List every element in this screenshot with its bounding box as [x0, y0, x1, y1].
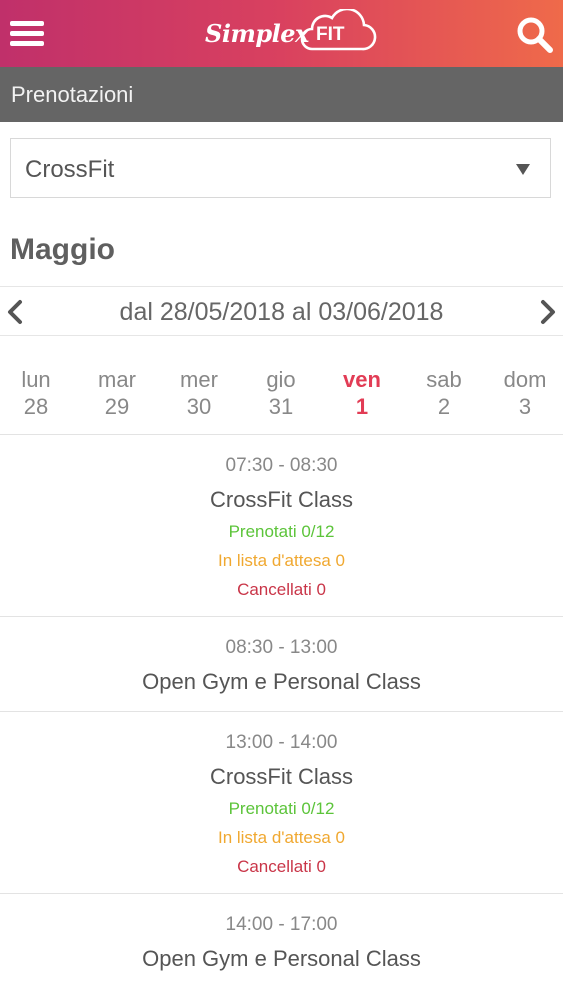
day-name: mer — [180, 367, 218, 392]
session-item[interactable]: 08:30 - 13:00 Open Gym e Personal Class — [0, 616, 563, 711]
menu-line — [10, 31, 44, 36]
booked-count: Prenotati 0/12 — [228, 522, 335, 541]
session-time: 14:00 - 17:00 — [225, 914, 338, 935]
caret-down-icon — [516, 164, 530, 175]
day-number: 1 — [355, 394, 369, 419]
day-selector: lun 28 mar 29 mer 30 gio 31 ven 1 sab 2 … — [0, 366, 563, 422]
week-navigator: dal 28/05/2018 al 03/06/2018 — [0, 286, 563, 336]
app-logo: Simplex FIT — [202, 9, 378, 57]
day-name: dom — [503, 367, 547, 392]
session-name: CrossFit Class — [209, 764, 353, 789]
day-saturday[interactable]: sab 2 — [404, 366, 484, 420]
day-tuesday[interactable]: mar 29 — [77, 366, 157, 420]
day-thursday[interactable]: gio 31 — [241, 366, 321, 420]
logo-badge: FIT — [316, 24, 345, 45]
section-bar: Prenotazioni — [0, 67, 563, 122]
cancelled-count: Cancellati 0 — [237, 580, 326, 599]
day-wednesday[interactable]: mer 30 — [159, 366, 239, 420]
day-friday[interactable]: ven 1 — [322, 366, 402, 420]
session-list: 07:30 - 08:30 CrossFit Class Prenotati 0… — [0, 434, 563, 988]
day-name: gio — [266, 367, 296, 392]
activity-select[interactable]: CrossFit — [10, 138, 551, 198]
logo-text: Simplex — [205, 19, 309, 48]
waitlist-count: In lista d'attesa 0 — [217, 828, 346, 847]
menu-line — [10, 21, 44, 26]
day-name: lun — [21, 367, 51, 392]
search-icon[interactable] — [515, 16, 555, 56]
day-number: 3 — [518, 394, 532, 419]
week-range: dal 28/05/2018 al 03/06/2018 — [119, 298, 444, 326]
day-sunday[interactable]: dom 3 — [485, 366, 563, 420]
day-name: sab — [426, 367, 462, 392]
day-monday[interactable]: lun 28 — [0, 366, 76, 420]
session-time: 08:30 - 13:00 — [225, 637, 338, 658]
day-name: mar — [98, 367, 136, 392]
session-name: Open Gym e Personal Class — [142, 946, 421, 971]
cancelled-count: Cancellati 0 — [237, 857, 326, 876]
day-number: 2 — [437, 394, 451, 419]
app-header: Simplex FIT — [0, 0, 563, 67]
session-name: CrossFit Class — [209, 487, 353, 512]
booked-count: Prenotati 0/12 — [228, 799, 335, 818]
activity-select-value: CrossFit — [25, 156, 115, 183]
chevron-right-icon[interactable] — [537, 299, 559, 325]
menu-line — [10, 41, 44, 46]
month-title: Maggio — [10, 233, 115, 266]
session-name: Open Gym e Personal Class — [142, 669, 421, 694]
section-title: Prenotazioni — [11, 82, 134, 107]
session-item[interactable]: 14:00 - 17:00 Open Gym e Personal Class — [0, 893, 563, 988]
day-number: 28 — [23, 394, 49, 419]
hamburger-menu-icon[interactable] — [10, 19, 46, 49]
day-number: 29 — [104, 394, 130, 419]
day-number: 30 — [186, 394, 212, 419]
day-name: ven — [343, 367, 381, 392]
day-number: 31 — [268, 394, 294, 419]
waitlist-count: In lista d'attesa 0 — [217, 551, 346, 570]
session-time: 13:00 - 14:00 — [225, 732, 338, 753]
session-item[interactable]: 13:00 - 14:00 CrossFit Class Prenotati 0… — [0, 711, 563, 893]
session-item[interactable]: 07:30 - 08:30 CrossFit Class Prenotati 0… — [0, 434, 563, 616]
session-time: 07:30 - 08:30 — [225, 455, 338, 476]
